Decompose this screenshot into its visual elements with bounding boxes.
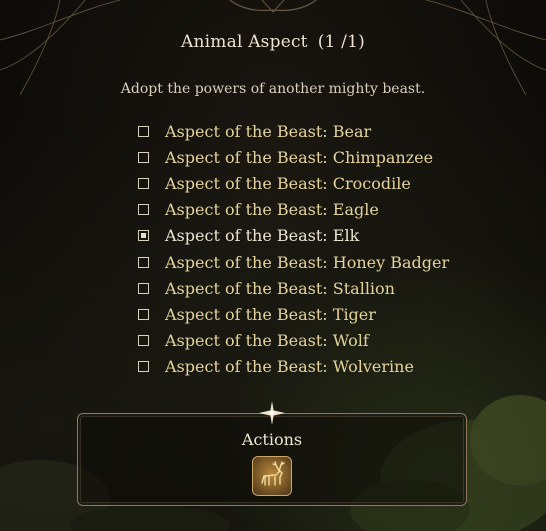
aspect-option-label: Aspect of the Beast: Wolf [165,331,369,351]
aspect-option-label: Aspect of the Beast: Tiger [165,304,376,324]
spell-title: Animal Aspect (1 /1) [0,32,546,52]
aspect-option[interactable]: Aspect of the Beast: Crocodile [138,170,449,196]
aspect-option[interactable]: Aspect of the Beast: Eagle [138,197,449,223]
aspect-option[interactable]: Aspect of the Beast: Wolverine [138,354,449,380]
aspect-option[interactable]: Aspect of the Beast: Bear [138,118,449,144]
elk-glyph-icon [261,461,285,486]
aspect-option-label: Aspect of the Beast: Honey Badger [165,252,450,272]
aspect-option-label: Aspect of the Beast: Elk [165,226,360,246]
aspect-option[interactable]: Aspect of the Beast: Stallion [138,275,449,301]
actions-title: Actions [241,430,303,449]
aspect-option-label: Aspect of the Beast: Eagle [165,200,379,220]
checkbox-icon[interactable] [138,177,149,189]
aspect-option-label: Aspect of the Beast: Crocodile [165,173,411,193]
aspect-option[interactable]: Aspect of the Beast: Chimpanzee [138,144,449,170]
aspect-option-label: Aspect of the Beast: Bear [165,121,372,141]
aspect-option-label: Aspect of the Beast: Chimpanzee [165,147,434,167]
checkbox-icon[interactable] [138,282,149,294]
aspect-option[interactable]: Aspect of the Beast: Elk [138,223,449,249]
animal-aspect-panel: Animal Aspect (1 /1) Adopt the powers of … [0,0,546,531]
aspect-options-list: Aspect of the Beast: Bear Aspect of the B… [138,118,449,380]
spell-charges: (1 /1) [317,32,365,52]
aspect-option-label: Aspect of the Beast: Stallion [165,278,395,298]
aspect-option[interactable]: Aspect of the Beast: Tiger [138,301,449,327]
checkbox-icon[interactable] [138,308,149,320]
elk-icon[interactable] [252,456,292,496]
checkbox-icon[interactable] [138,125,149,137]
aspect-option-label: Aspect of the Beast: Wolverine [165,357,414,377]
checkbox-icon[interactable] [138,256,149,268]
spell-description: Adopt the powers of another mighty beast… [120,81,426,97]
checkbox-checked-icon[interactable] [138,230,149,242]
aspect-option[interactable]: Aspect of the Beast: Honey Badger [138,249,449,275]
top-ornament [0,0,546,96]
checkbox-icon[interactable] [138,361,149,373]
aspect-option[interactable]: Aspect of the Beast: Wolf [138,328,449,354]
checkbox-icon[interactable] [138,335,149,347]
spell-name: Animal Aspect [181,32,308,52]
checkbox-icon[interactable] [138,151,149,163]
checkbox-icon[interactable] [138,204,149,216]
star-ornament-icon [259,401,285,425]
